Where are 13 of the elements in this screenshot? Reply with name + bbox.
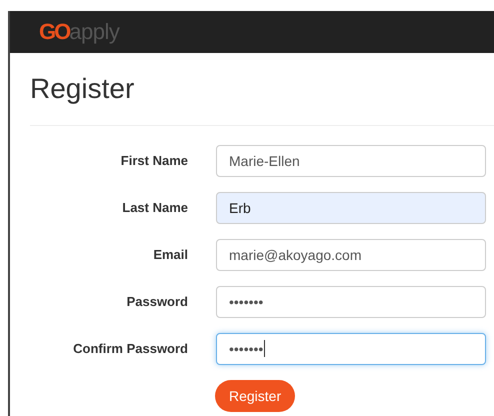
field-label: Confirm Password	[72, 341, 188, 356]
page-title: Register	[30, 74, 136, 105]
field-label: Last Name	[121, 200, 188, 216]
input-field[interactable]: marie@akoyago.com	[216, 238, 486, 271]
input-field[interactable]: •••••••	[216, 332, 486, 365]
field-label: First Name	[120, 153, 188, 168]
field-label: Email	[152, 247, 188, 262]
register-button[interactable]: Register	[215, 380, 296, 412]
input-field[interactable]: Erb	[216, 192, 486, 224]
field-label: Password	[126, 294, 188, 310]
input-field[interactable]: Marie-Ellen	[216, 144, 486, 177]
logo[interactable]: GOapply	[39, 21, 120, 43]
input-field[interactable]: •••••••	[216, 286, 486, 318]
